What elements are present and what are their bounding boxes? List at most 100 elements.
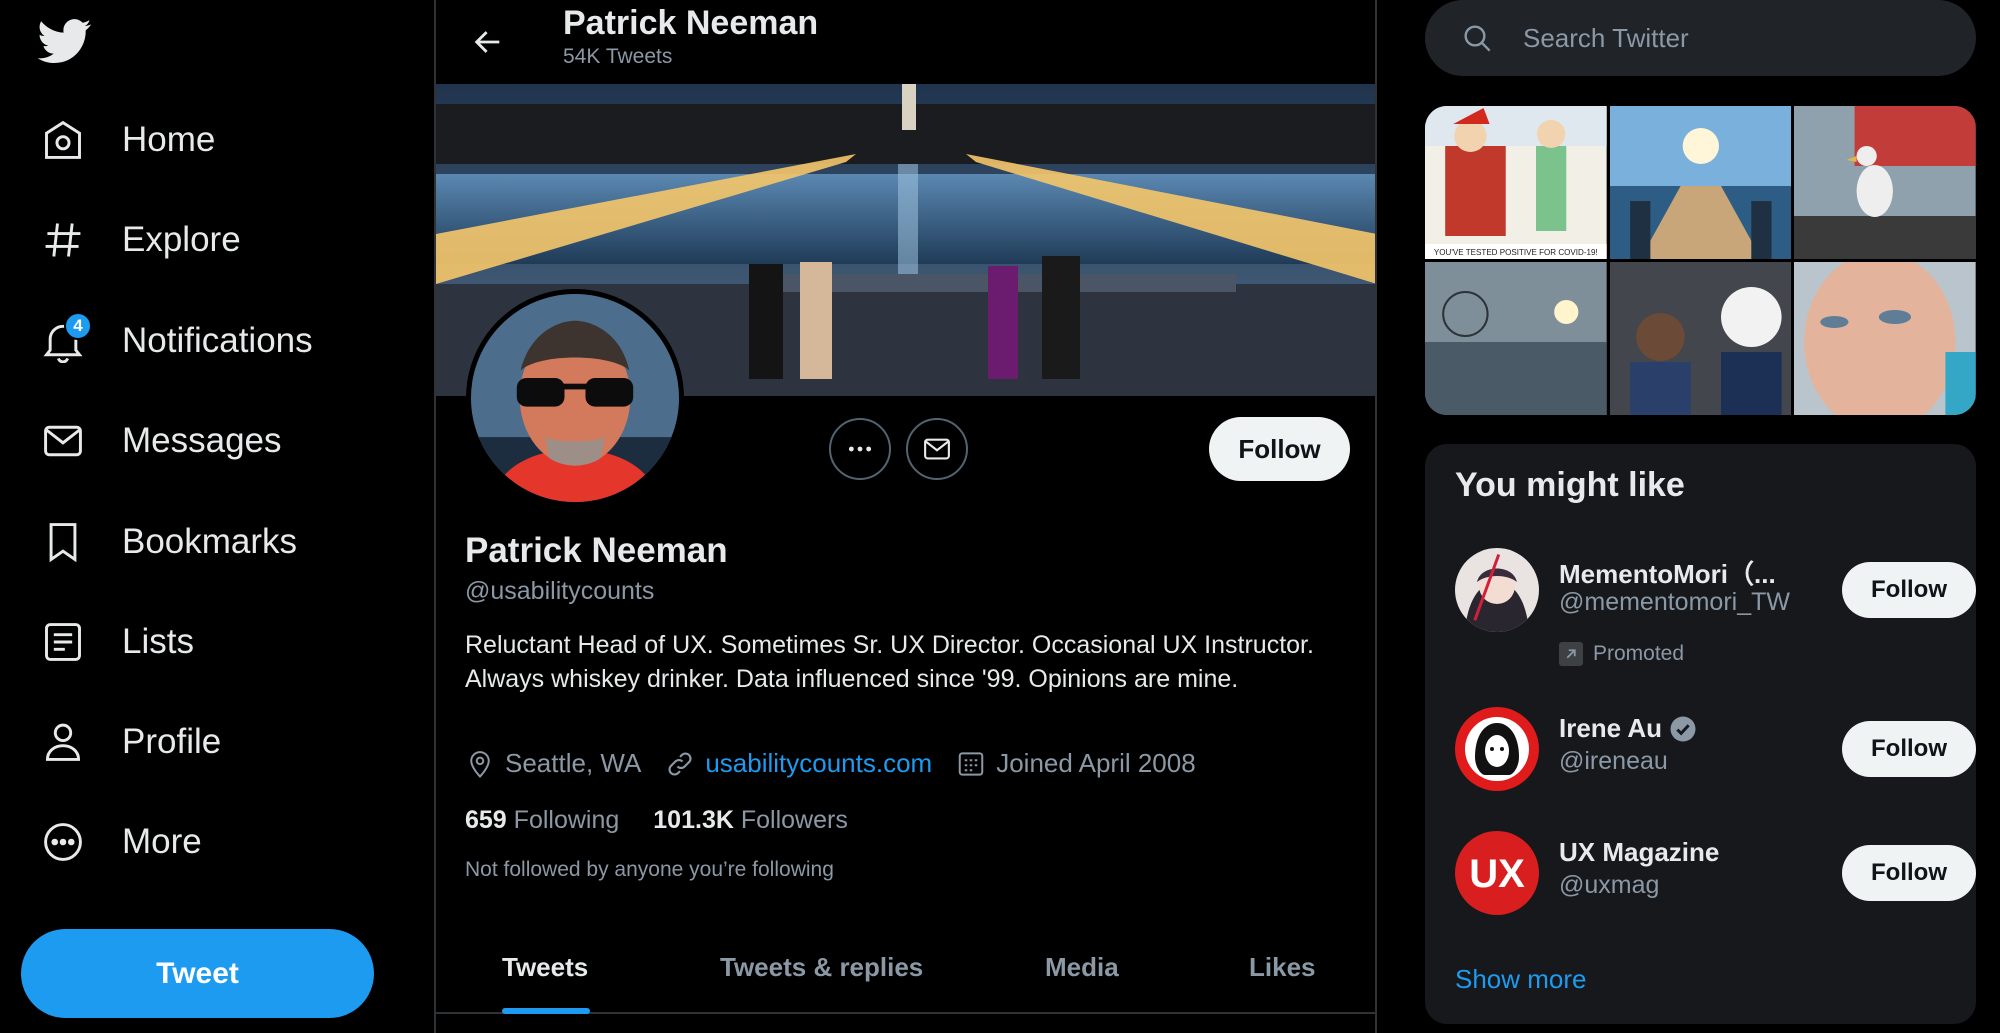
nav-home[interactable]: Home [40, 110, 215, 170]
header-profile-name: Patrick Neeman [563, 4, 819, 42]
following-count: 659 [465, 806, 507, 834]
avatar[interactable] [1455, 548, 1539, 632]
followers-link[interactable]: 101.3K Followers [653, 806, 848, 835]
media-thumbnail[interactable] [1609, 262, 1792, 415]
more-circle-icon [40, 819, 86, 865]
nav-messages[interactable]: Messages [40, 411, 282, 471]
avatar-logo-text: UX [1469, 852, 1525, 896]
followers-label: Followers [740, 806, 848, 834]
location-pin-icon [470, 750, 490, 778]
tab-tweets-replies[interactable]: Tweets & replies [720, 952, 923, 983]
not-followed-notice: Not followed by anyone you’re following [465, 858, 834, 881]
nav-label: More [122, 822, 202, 861]
suggestion-handle: @ireneau [1559, 747, 1668, 775]
location-text: Seattle, WA [505, 748, 642, 778]
follow-button[interactable]: Follow [1842, 845, 1976, 901]
nav-label: Home [122, 120, 216, 159]
media-thumbnail[interactable] [1794, 106, 1976, 259]
profile-tabs: Tweets Tweets & replies Media Likes [436, 934, 1375, 1014]
suggestion-handle: @uxmag [1559, 871, 1660, 899]
back-arrow-icon[interactable] [464, 18, 512, 66]
nav-label: Profile [122, 722, 222, 761]
profile-column: Patrick Neeman 54K Tweets Follow Patrick… [434, 0, 1377, 1033]
nav-label: Bookmarks [122, 522, 298, 561]
person-icon [40, 719, 86, 765]
website-item[interactable]: usabilitycounts.com [665, 748, 932, 779]
suggestion-name-text: Irene Au [1559, 713, 1663, 743]
tab-likes[interactable]: Likes [1249, 952, 1316, 983]
profile-stats: 659 Following 101.3K Followers [465, 806, 882, 835]
hashtag-icon [40, 217, 86, 263]
profile-meta: Seattle, WA usabilitycounts.com Joined A… [465, 748, 1220, 779]
media-preview-grid: YOU'VE TESTED POSITIVE FOR COVID-19! [1425, 106, 1976, 415]
ellipsis-icon [848, 446, 872, 452]
follow-button[interactable]: Follow [1209, 417, 1350, 481]
nav-label: Messages [122, 421, 282, 460]
link-icon [668, 751, 692, 776]
more-options-button[interactable] [829, 418, 891, 480]
suggestion-handle: @mementomori_TW [1559, 588, 1790, 616]
media-thumbnail[interactable]: YOU'VE TESTED POSITIVE FOR COVID-19! [1425, 106, 1607, 259]
list-icon [40, 619, 86, 665]
tab-media[interactable]: Media [1045, 952, 1119, 983]
bookmark-icon [40, 519, 86, 565]
following-label: Following [513, 806, 620, 834]
nav-explore[interactable]: Explore [40, 210, 241, 270]
nav-profile[interactable]: Profile [40, 712, 221, 772]
who-to-follow-title: You might like [1455, 466, 1685, 504]
suggestion-item[interactable]: Irene Au @ireneau Follow [1455, 707, 1976, 797]
nav-more[interactable]: More [40, 812, 202, 872]
suggestion-item[interactable]: UX UX Magazine @uxmag Follow [1455, 831, 1976, 921]
media-caption: YOU'VE TESTED POSITIVE FOR COVID-19! [1434, 248, 1598, 257]
location-item: Seattle, WA [465, 748, 641, 779]
nav-lists[interactable]: Lists [40, 612, 194, 672]
followers-count: 101.3K [653, 806, 734, 834]
show-more-link[interactable]: Show more [1455, 964, 1587, 995]
follow-button[interactable]: Follow [1842, 721, 1976, 777]
profile-bio: Reluctant Head of UX. Sometimes Sr. UX D… [465, 631, 1314, 693]
profile-header-bar: Patrick Neeman 54K Tweets [436, 0, 1375, 84]
website-link[interactable]: usabilitycounts.com [705, 748, 932, 779]
who-to-follow-card: You might like MementoMori（... @mementom… [1425, 444, 1976, 1024]
nav-notifications[interactable]: 4 Notifications [40, 311, 313, 371]
suggestion-name: UX Magazine [1559, 837, 1720, 867]
media-thumbnail[interactable] [1609, 106, 1792, 259]
search-icon [1464, 25, 1491, 52]
suggestion-name: Irene Au [1559, 713, 1698, 744]
avatar[interactable] [1455, 707, 1539, 791]
nav-label: Notifications [122, 321, 313, 360]
notification-badge: 4 [64, 312, 92, 340]
message-button[interactable] [906, 418, 968, 480]
envelope-icon [924, 438, 950, 460]
nav-bookmarks[interactable]: Bookmarks [40, 512, 297, 572]
promoted-label: Promoted [1559, 642, 1684, 666]
suggestion-item[interactable]: MementoMori（... @mementomori_TW Promoted… [1455, 548, 1976, 666]
tweet-button[interactable]: Tweet [21, 929, 374, 1018]
tab-tweets[interactable]: Tweets [502, 952, 588, 983]
media-thumbnail[interactable] [1425, 262, 1607, 415]
search-input[interactable] [1523, 22, 1943, 54]
search-box[interactable] [1425, 0, 1976, 76]
active-tab-indicator [502, 1008, 590, 1014]
home-icon [40, 117, 86, 163]
nav-label: Lists [122, 622, 194, 661]
joined-text: Joined April 2008 [996, 748, 1196, 778]
follow-button[interactable]: Follow [1842, 562, 1976, 618]
suggestion-name: MementoMori（... [1559, 559, 1776, 589]
profile-avatar[interactable] [466, 289, 684, 507]
media-thumbnail[interactable] [1794, 262, 1976, 415]
following-link[interactable]: 659 Following [465, 806, 619, 835]
envelope-icon [40, 418, 86, 464]
joined-item: Joined April 2008 [956, 748, 1196, 779]
promoted-text: Promoted [1593, 642, 1685, 665]
promoted-arrow-icon [1559, 642, 1583, 666]
calendar-icon [958, 751, 984, 776]
profile-name: Patrick Neeman [465, 531, 728, 570]
profile-handle: @usabilitycounts [465, 577, 655, 605]
avatar[interactable]: UX [1455, 831, 1539, 915]
twitter-bird-icon[interactable] [37, 14, 92, 68]
left-navigation: Home Explore 4 Notifications Messages Bo… [0, 0, 434, 1033]
bell-icon: 4 [40, 312, 92, 364]
header-tweet-count: 54K Tweets [563, 45, 673, 68]
verified-badge-icon [1670, 716, 1696, 741]
